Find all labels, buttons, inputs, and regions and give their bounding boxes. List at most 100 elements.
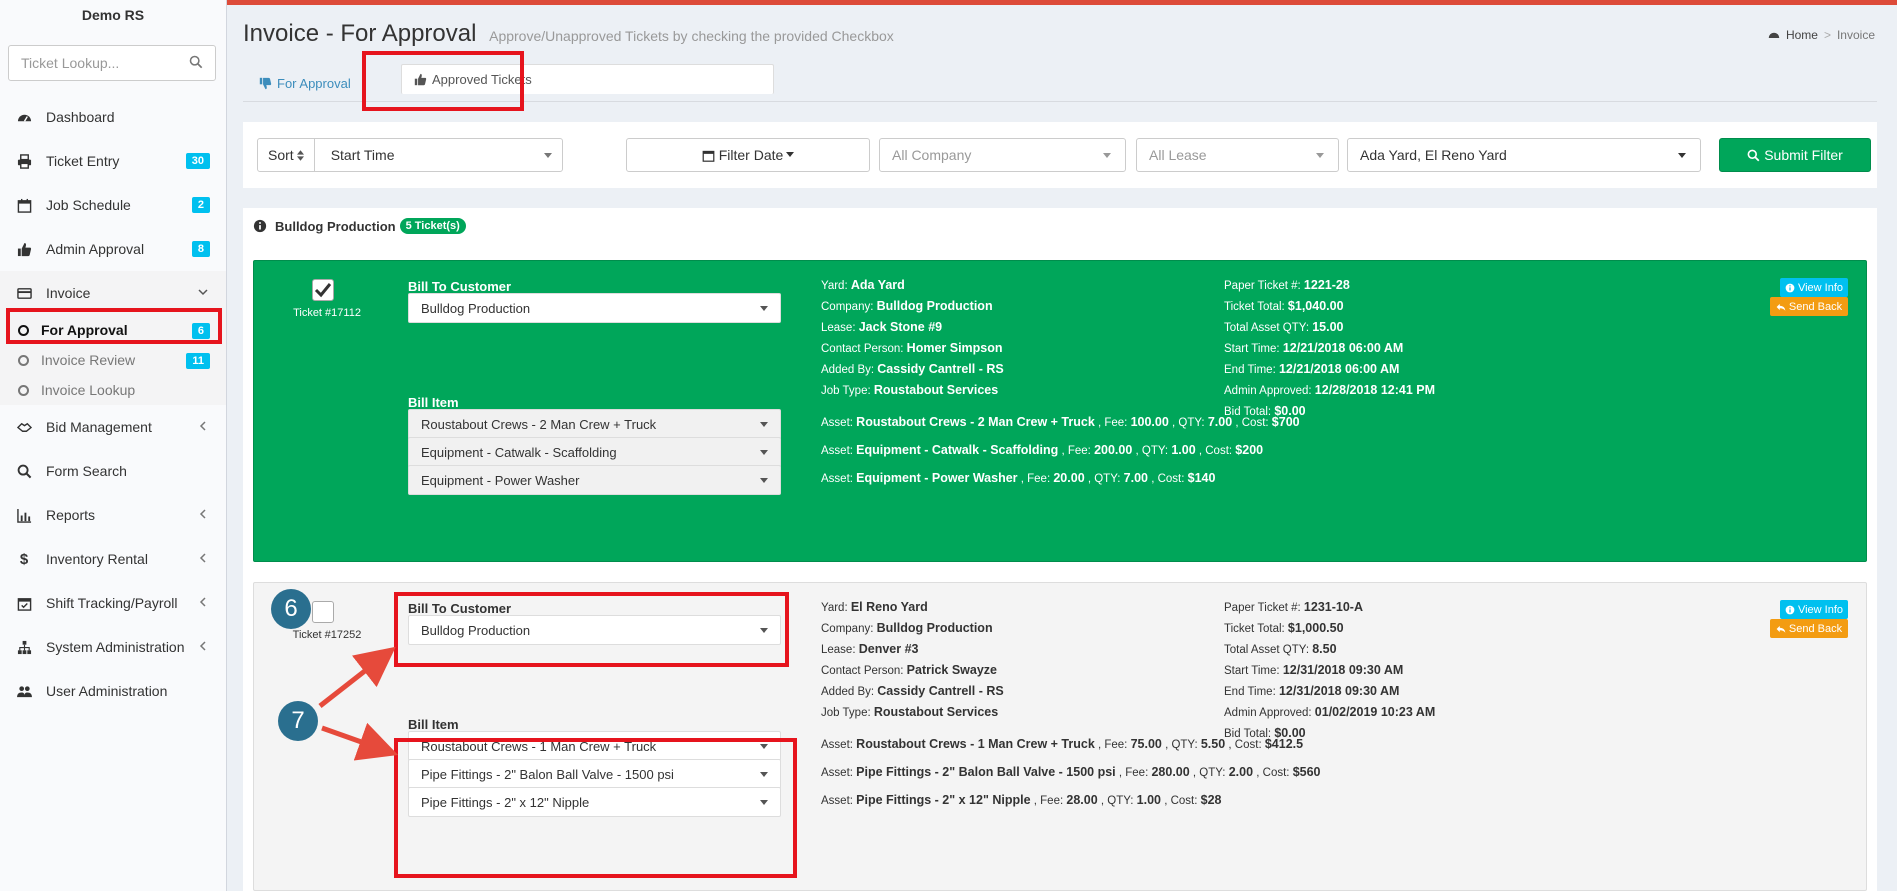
page-subtitle: Approve/Unapproved Tickets by checking t… xyxy=(489,28,894,44)
asset-name: Pipe Fittings - 2" x 12" Nipple xyxy=(856,793,1031,807)
sidebar-item-ticket-entry[interactable]: Ticket Entry 30 xyxy=(0,139,226,183)
ticket-lookup-placeholder: Ticket Lookup... xyxy=(21,55,120,71)
chevron-down-icon xyxy=(544,153,552,158)
chevron-down-icon xyxy=(760,628,768,633)
detail-key: Company: xyxy=(821,623,874,635)
detail-value: 12/21/2018 06:00 AM xyxy=(1282,341,1404,355)
send-back-button[interactable]: Send Back xyxy=(1770,619,1848,638)
reply-icon xyxy=(1776,303,1786,311)
chevron-down-icon xyxy=(760,800,768,805)
sidebar-subitem-invoice-review[interactable]: Invoice Review 11 xyxy=(0,345,226,375)
handshake-icon xyxy=(16,419,32,435)
chevron-down-icon xyxy=(760,772,768,777)
tab-approved-tickets[interactable]: Approved Tickets xyxy=(401,64,774,94)
bill-to-select[interactable]: Bulldog Production xyxy=(408,293,781,323)
search-icon[interactable] xyxy=(189,55,203,72)
ticket-lookup-input[interactable]: Ticket Lookup... xyxy=(8,45,216,81)
chevron-left-icon xyxy=(199,597,206,607)
detail-value: 12/28/2018 12:41 PM xyxy=(1314,383,1436,397)
lease-select[interactable]: All Lease xyxy=(1136,138,1339,172)
bill-item-select[interactable]: Equipment - Catwalk - Scaffolding xyxy=(408,437,781,467)
detail-row: Company: Bulldog Production xyxy=(821,618,1004,639)
ticket-card: Ticket #17252 Bill To Customer Bulldog P… xyxy=(253,582,1867,891)
sidebar-item-admin-approval[interactable]: Admin Approval 8 xyxy=(0,227,226,271)
bill-to-select[interactable]: Bulldog Production xyxy=(408,615,781,645)
detail-key: Added By: xyxy=(821,364,875,376)
fee-value: 20.00 xyxy=(1053,471,1085,485)
sidebar-item-system-administration[interactable]: System Administration xyxy=(0,625,226,669)
bar-chart-icon xyxy=(16,507,32,523)
view-info-button[interactable]: View Info xyxy=(1780,600,1848,619)
sidebar-item-label: User Administration xyxy=(46,683,168,699)
bill-to-value: Bulldog Production xyxy=(421,622,531,638)
asset-line: Asset: Pipe Fittings - 2" x 12" Nipple ,… xyxy=(821,793,1222,807)
tab-bar: For Approval Approved Tickets xyxy=(243,64,1877,102)
detail-row: Added By: Cassidy Cantrell - RS xyxy=(821,359,1004,380)
sidebar-item-invoice[interactable]: Invoice xyxy=(0,271,226,315)
company-select[interactable]: All Company xyxy=(879,138,1126,172)
asset-name: Roustabout Crews - 1 Man Crew + Truck xyxy=(856,737,1095,751)
approve-checkbox[interactable] xyxy=(312,601,334,623)
tab-for-approval[interactable]: For Approval xyxy=(243,64,367,102)
filter-date-button[interactable]: Filter Date xyxy=(626,138,870,172)
bill-item-value: Pipe Fittings - 2" x 12" Nipple xyxy=(421,794,590,810)
detail-key: Contact Person: xyxy=(821,665,904,677)
bill-item-select[interactable]: Pipe Fittings - 2" x 12" Nipple xyxy=(408,787,781,817)
asset-line: Asset: Roustabout Crews - 1 Man Crew + T… xyxy=(821,737,1303,751)
detail-row: Admin Approved: 01/02/2019 10:23 AM xyxy=(1224,702,1435,723)
yard-select[interactable]: Ada Yard, El Reno Yard xyxy=(1347,138,1701,172)
sort-button[interactable]: Sort Start Time xyxy=(257,138,563,172)
sidebar-item-user-administration[interactable]: User Administration xyxy=(0,669,226,713)
asset-name: Pipe Fittings - 2" Balon Ball Valve - 15… xyxy=(856,765,1116,779)
print-icon xyxy=(16,153,32,169)
fee-key: , Fee: xyxy=(1097,417,1128,429)
sidebar-item-bid-management[interactable]: Bid Management xyxy=(0,405,226,449)
calendar-icon xyxy=(702,150,715,162)
yard-value: Ada Yard, El Reno Yard xyxy=(1360,147,1507,163)
detail-key: Admin Approved: xyxy=(1224,385,1312,397)
send-back-button[interactable]: Send Back xyxy=(1770,297,1848,316)
sidebar-item-label: Job Schedule xyxy=(46,197,131,213)
bill-item-select[interactable]: Pipe Fittings - 2" Balon Ball Valve - 15… xyxy=(408,759,781,789)
bill-item-select[interactable]: Roustabout Crews - 1 Man Crew + Truck xyxy=(408,731,781,761)
qty-key: , QTY: xyxy=(1135,445,1169,457)
submit-filter-button[interactable]: Submit Filter xyxy=(1719,138,1871,172)
bill-item-select[interactable]: Roustabout Crews - 2 Man Crew + Truck xyxy=(408,409,781,439)
sidebar-subitem-for-approval[interactable]: For Approval 6 xyxy=(0,315,226,345)
customer-group: Bulldog Production 5 Ticket(s) Ticket #1… xyxy=(243,208,1877,891)
detail-row: Lease: Denver #3 xyxy=(821,639,1004,660)
bill-item-select[interactable]: Equipment - Power Washer xyxy=(408,465,781,495)
detail-row: Total Asset QTY: 15.00 xyxy=(1224,317,1435,338)
chevron-down-icon xyxy=(760,422,768,427)
sidebar-item-job-schedule[interactable]: Job Schedule 2 xyxy=(0,183,226,227)
group-name: Bulldog Production xyxy=(275,218,396,234)
detail-value: 12/31/2018 09:30 AM xyxy=(1282,663,1404,677)
sidebar-item-form-search[interactable]: Form Search xyxy=(0,449,226,493)
sidebar-item-shift-tracking[interactable]: Shift Tracking/Payroll xyxy=(0,581,226,625)
caret-down-icon xyxy=(786,152,795,157)
for-approval-badge: 6 xyxy=(191,323,210,339)
sidebar-item-dashboard[interactable]: Dashboard xyxy=(0,95,226,139)
ticket-details-right: Paper Ticket #: 1231-10-A Ticket Total: … xyxy=(1224,597,1435,744)
asset-key: Asset: xyxy=(821,445,853,457)
sort-icon xyxy=(296,149,304,161)
approve-checkbox[interactable] xyxy=(312,279,334,301)
breadcrumb-home[interactable]: Home xyxy=(1786,28,1818,42)
ticket-details-left: Yard: Ada Yard Company: Bulldog Producti… xyxy=(821,275,1004,401)
detail-key: Job Type: xyxy=(821,707,871,719)
ticket-details-left: Yard: El Reno Yard Company: Bulldog Prod… xyxy=(821,597,1004,723)
cost-value: $560 xyxy=(1292,765,1321,779)
sidebar-item-inventory-rental[interactable]: $ Inventory Rental xyxy=(0,537,226,581)
sidebar-subitem-invoice-lookup[interactable]: Invoice Lookup xyxy=(0,375,226,405)
chevron-left-icon xyxy=(199,509,206,519)
view-info-label: View Info xyxy=(1797,281,1844,294)
chevron-down-icon xyxy=(760,450,768,455)
view-info-button[interactable]: View Info xyxy=(1780,278,1848,297)
detail-value: El Reno Yard xyxy=(850,600,928,614)
detail-row: Ticket Total: $1,040.00 xyxy=(1224,296,1435,317)
detail-key: End Time: xyxy=(1224,686,1276,698)
submit-filter-label: Submit Filter xyxy=(1764,147,1843,163)
fee-value: 200.00 xyxy=(1094,443,1133,457)
filter-bar: Sort Start Time Filter Date All Company … xyxy=(243,122,1877,188)
sidebar-item-reports[interactable]: Reports xyxy=(0,493,226,537)
